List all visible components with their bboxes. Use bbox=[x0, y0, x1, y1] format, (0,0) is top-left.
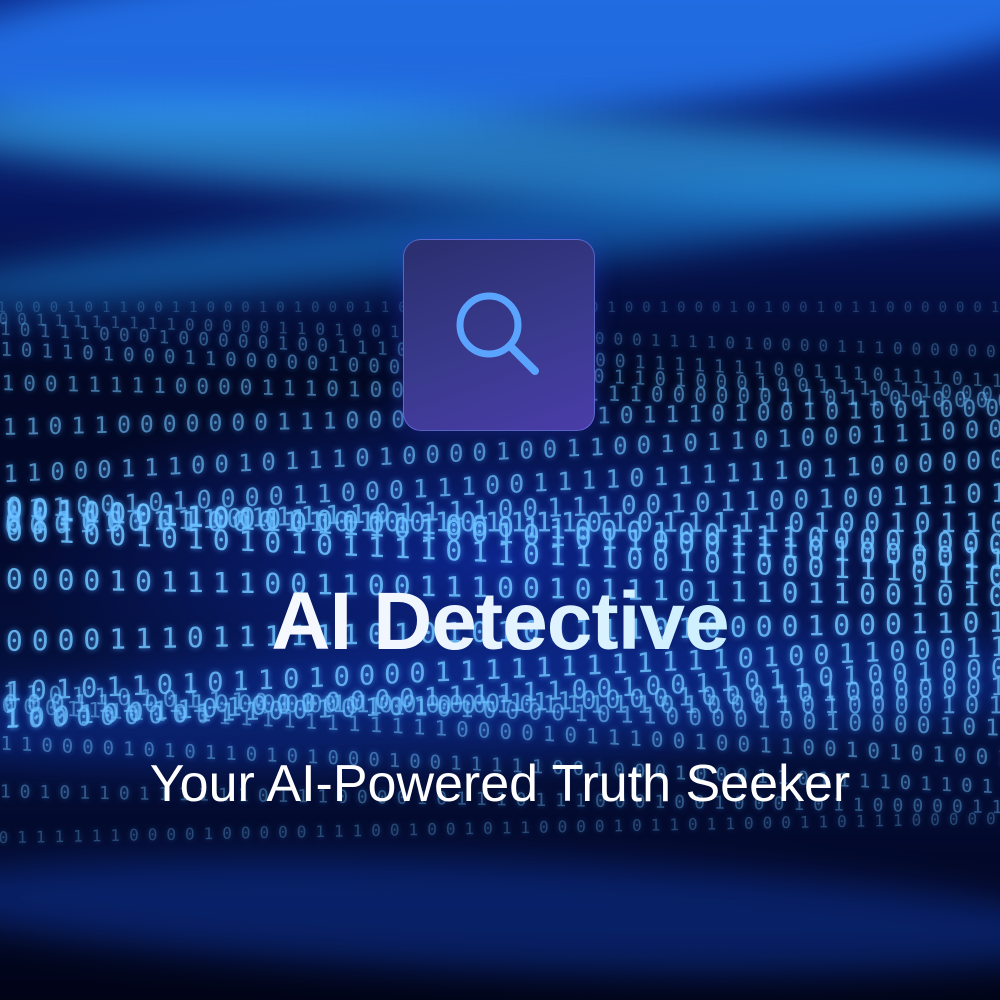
search-icon bbox=[456, 292, 539, 375]
app-title: AI Detective bbox=[0, 572, 1000, 672]
glow-wave-decoration bbox=[0, 839, 1000, 991]
app-tagline: Your AI-Powered Truth Seeker bbox=[149, 755, 851, 813]
app-icon-tile bbox=[403, 239, 595, 431]
splash-screen: 0100010110011000101000110010011001001001… bbox=[0, 0, 1000, 1000]
